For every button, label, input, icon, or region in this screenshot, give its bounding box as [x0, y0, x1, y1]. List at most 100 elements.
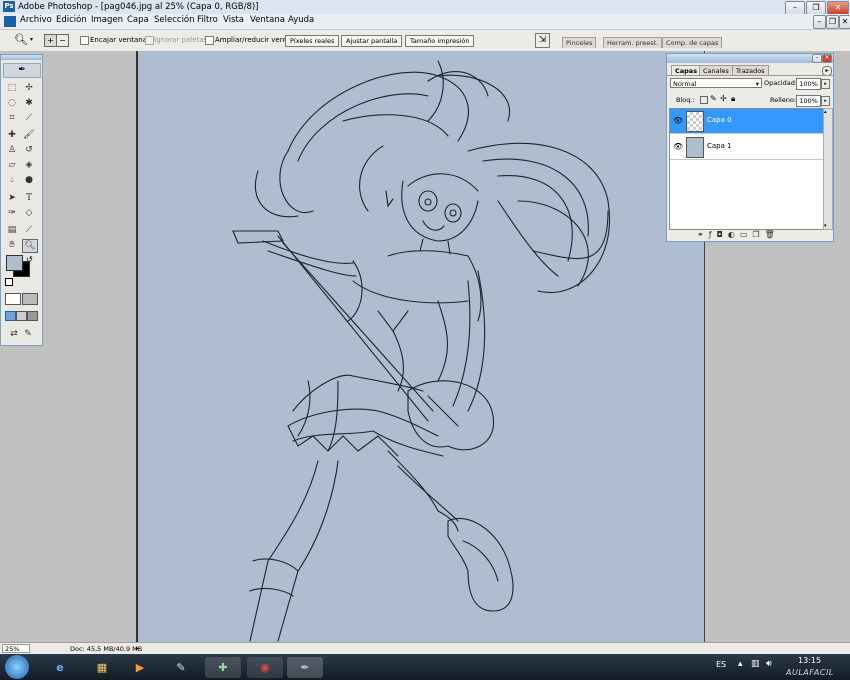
document-icon[interactable] — [4, 16, 16, 27]
eraser-tool-icon[interactable]: ▱ — [5, 159, 19, 171]
quick-mask-icon[interactable] — [22, 293, 38, 305]
actual-pixels-button[interactable]: Píxeles reales — [285, 35, 340, 47]
menu-ayuda[interactable]: Ayuda — [288, 15, 314, 25]
layer-name[interactable]: Capa 1 — [707, 142, 732, 150]
swap-colors-icon[interactable]: ↺ — [26, 255, 33, 264]
feather-icon[interactable]: ✒ — [3, 63, 41, 78]
resize-windows-checkbox[interactable] — [205, 36, 214, 45]
layer-row-capa-0[interactable]: 👁︎ Capa 0 — [670, 109, 823, 134]
menu-seleccion[interactable]: Selección — [154, 15, 195, 25]
hand-tool-icon[interactable]: ✋︎ — [5, 239, 19, 251]
palette-minimize-button[interactable]: – — [812, 54, 822, 63]
clock-time[interactable]: 13:15 — [798, 656, 821, 665]
fit-window-checkbox[interactable] — [80, 36, 89, 45]
app-icon-network[interactable]: ✚ — [205, 657, 241, 678]
screen-mode-full-icon[interactable] — [27, 311, 38, 321]
brush-tool-icon[interactable]: 🖌︎ — [22, 129, 36, 141]
crop-tool-icon[interactable]: ⌗ — [5, 112, 19, 124]
zoom-tool-active-icon[interactable]: 🔍︎ — [22, 239, 38, 253]
screen-mode-full-menu-icon[interactable] — [16, 311, 27, 321]
jump-to-imageready-icon[interactable]: ⇄ — [7, 328, 21, 340]
history-brush-icon[interactable]: ↺ — [22, 144, 36, 156]
opacity-input[interactable]: 100% — [796, 78, 821, 90]
maximize-button[interactable]: ❐ — [806, 1, 826, 15]
adjustment-layer-icon[interactable]: ◐ — [728, 230, 740, 239]
new-group-icon[interactable]: ▭ — [740, 230, 753, 239]
lock-move-icon[interactable]: ✢ — [720, 94, 727, 103]
start-button[interactable] — [5, 655, 29, 679]
delete-layer-icon[interactable]: 🗑︎ — [765, 230, 780, 239]
toolbox-grip[interactable] — [1, 55, 42, 60]
layer-name[interactable]: Capa 0 — [707, 116, 732, 124]
lock-all-icon[interactable]: 🔒︎ — [731, 94, 735, 104]
media-player-icon[interactable]: ▶ — [122, 657, 158, 678]
add-mask-icon[interactable]: ◘ — [717, 230, 728, 239]
slice-tool-icon[interactable]: ⟋ — [22, 112, 36, 124]
blend-mode-select[interactable]: Normal ▾ — [670, 78, 762, 88]
move-tool-icon[interactable]: ✢ — [22, 82, 36, 94]
screen-mode-standard-icon[interactable] — [5, 311, 16, 321]
tool-preset-dropdown-icon[interactable]: ▾ — [30, 36, 33, 43]
visibility-eye-icon[interactable]: 👁︎ — [673, 116, 683, 125]
network-icon[interactable]: ▥ — [751, 659, 760, 669]
zoom-tool-icon[interactable]: 🔍︎ — [14, 33, 28, 46]
link-layers-icon[interactable]: ⚭ — [697, 230, 709, 239]
fill-input[interactable]: 100% — [796, 95, 821, 107]
new-layer-icon[interactable]: ❐ — [752, 230, 764, 239]
layer-row-capa-1[interactable]: 👁︎ Capa 1 — [670, 135, 823, 160]
paint-app-icon[interactable]: ✎ — [163, 657, 199, 678]
layer-style-icon[interactable]: ƒ — [709, 230, 717, 239]
marquee-tool-icon[interactable]: ⬚ — [5, 82, 19, 94]
paint-bucket-icon[interactable]: ◈ — [22, 159, 36, 171]
type-tool-icon[interactable]: T — [22, 192, 36, 204]
lasso-tool-icon[interactable]: ◌ — [5, 97, 19, 109]
dodge-tool-icon[interactable]: ● — [22, 174, 36, 186]
doc-minimize-button[interactable]: – — [813, 15, 826, 29]
tray-arrow-icon[interactable]: ▴ — [738, 659, 743, 669]
doc-restore-button[interactable]: ❐ — [826, 15, 839, 29]
status-menu-icon[interactable]: ▸ — [136, 645, 139, 652]
scroll-down-icon[interactable]: ▾ — [824, 223, 827, 229]
path-selection-icon[interactable]: ➤ — [5, 192, 19, 204]
lock-transparency-icon[interactable] — [700, 96, 708, 104]
notes-tool-icon[interactable]: ▤ — [5, 224, 19, 236]
fill-slider-icon[interactable]: ▸ — [821, 96, 830, 106]
palette-toggle-icon[interactable]: ⇲ — [535, 33, 550, 48]
lock-brush-icon[interactable]: ✎ — [710, 94, 717, 103]
palette-close-icon[interactable]: ✕ — [822, 54, 832, 63]
opacity-slider-icon[interactable]: ▸ — [821, 79, 830, 89]
document-canvas[interactable] — [136, 51, 705, 642]
palette-title-bar[interactable] — [667, 54, 833, 63]
menu-capa[interactable]: Capa — [127, 15, 149, 25]
minimize-button[interactable]: – — [785, 1, 805, 15]
standard-mode-icon[interactable] — [5, 293, 21, 305]
menu-edicion[interactable]: Edición — [56, 15, 87, 25]
zoom-out-button[interactable]: − — [56, 34, 69, 47]
menu-filtro[interactable]: Filtro — [197, 15, 218, 25]
well-tab-layer-comps[interactable]: Comp. de capas — [662, 37, 723, 48]
zoom-level-field[interactable]: 25% — [2, 644, 30, 653]
layers-scrollbar[interactable]: ▴ ▾ — [823, 108, 833, 230]
explorer-folder-icon[interactable]: ▦ — [84, 657, 120, 678]
close-icon[interactable]: ✕ — [827, 1, 849, 15]
internet-explorer-icon[interactable]: e — [42, 657, 78, 678]
doc-close-button[interactable]: ✕ — [839, 15, 850, 29]
menu-ventana[interactable]: Ventana — [250, 15, 285, 25]
foreground-color-swatch[interactable] — [6, 255, 23, 271]
menu-archivo[interactable]: Archivo — [20, 15, 52, 25]
shape-tool-icon[interactable]: ◇ — [22, 207, 36, 219]
photoshop-taskbar-icon[interactable]: ✒ — [287, 657, 323, 678]
visibility-eye-icon[interactable]: 👁︎ — [673, 142, 683, 151]
scroll-up-icon[interactable]: ▴ — [824, 109, 827, 115]
pen-tool-icon[interactable]: ✑ — [5, 207, 19, 219]
well-tab-tool-presets[interactable]: Herram. preest. — [603, 37, 663, 48]
volume-icon[interactable]: 🔊︎ — [766, 659, 772, 669]
fit-screen-button[interactable]: Ajustar pantalla — [341, 35, 403, 47]
default-colors-icon[interactable] — [5, 278, 13, 286]
blur-tool-icon[interactable]: 💧︎ — [5, 174, 19, 186]
magic-wand-icon[interactable]: ✱ — [22, 97, 36, 109]
well-tab-brushes[interactable]: Pinceles — [562, 37, 597, 48]
ignore-palettes-checkbox[interactable] — [145, 36, 154, 45]
healing-brush-icon[interactable]: ✚ — [5, 129, 19, 141]
imageready-icon[interactable]: ✎ — [21, 328, 35, 340]
